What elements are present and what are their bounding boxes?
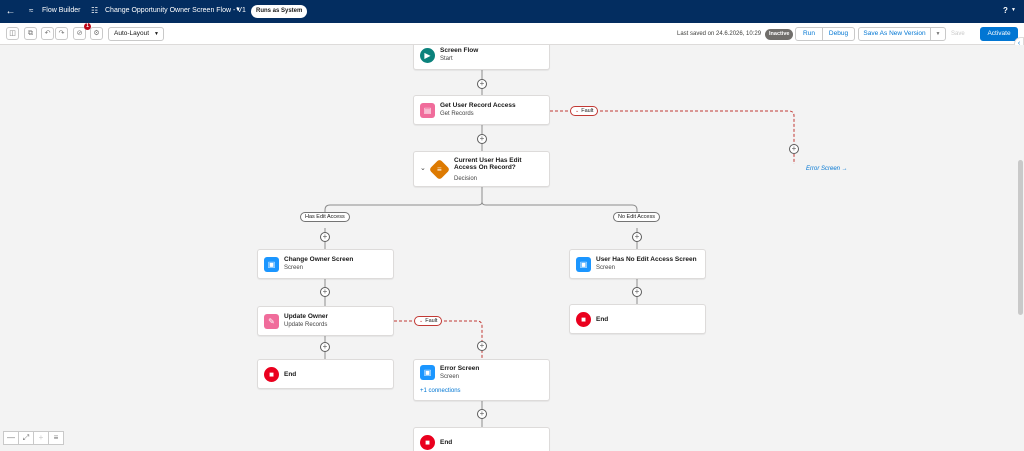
end-node[interactable]: ■ End bbox=[257, 359, 394, 389]
add-element-button[interactable]: + bbox=[632, 232, 642, 242]
end-node[interactable]: ■ End bbox=[569, 304, 706, 334]
flow-title[interactable]: Change Opportunity Owner Screen Flow - V… bbox=[105, 7, 246, 14]
node-title: Error Screen bbox=[440, 365, 480, 372]
outcome-label-has-edit-access[interactable]: Has Edit Access bbox=[300, 212, 350, 222]
layout-select-value: Auto-Layout bbox=[114, 30, 150, 37]
screen-icon: ▣ bbox=[264, 257, 279, 272]
add-element-button[interactable]: + bbox=[477, 134, 487, 144]
runs-as-badge[interactable]: Runs as System bbox=[251, 5, 308, 18]
fault-label[interactable]: ⌄ Fault bbox=[570, 106, 599, 116]
update-owner-node[interactable]: ✎ Update Owner Update Records bbox=[257, 306, 394, 336]
app-name: Flow Builder bbox=[42, 7, 81, 14]
activate-button[interactable]: Activate bbox=[980, 27, 1018, 41]
zoom-out-icon[interactable]: — bbox=[3, 431, 19, 445]
save-button[interactable]: Save bbox=[951, 31, 965, 37]
toolbar: ◫ ⧉ ↶ ↷ ⊘ 1 ⚙ Auto-Layout ▼ Last saved o… bbox=[0, 23, 1024, 45]
flow-icon: ☷ bbox=[91, 6, 99, 15]
node-title: Screen Flow bbox=[440, 47, 479, 54]
layout-select[interactable]: Auto-Layout ▼ bbox=[108, 27, 164, 41]
zoom-in-icon[interactable]: + bbox=[33, 431, 49, 445]
error-screen-link[interactable]: Error Screen → bbox=[806, 166, 848, 172]
last-saved-text: Last saved on 24.6.2026, 10:29 bbox=[677, 31, 762, 37]
undo-icon[interactable]: ↶ bbox=[41, 27, 54, 40]
copy-icon[interactable]: ⧉ bbox=[24, 27, 37, 40]
center-view-icon[interactable]: ≡ bbox=[48, 431, 64, 445]
play-icon: ▶ bbox=[420, 48, 435, 63]
change-owner-screen-node[interactable]: ▣ Change Owner Screen Screen bbox=[257, 249, 394, 279]
status-badge: Inactive bbox=[765, 29, 794, 40]
chevron-down-icon: ⌄ bbox=[575, 108, 580, 114]
fault-connector bbox=[394, 320, 483, 360]
arrow-left-icon[interactable]: ← bbox=[4, 5, 17, 18]
add-element-button[interactable]: + bbox=[320, 232, 330, 242]
get-records-icon: ▤ bbox=[420, 103, 435, 118]
get-records-node[interactable]: ▤ Get User Record Access Get Records bbox=[413, 95, 550, 125]
node-subtitle: Screen bbox=[284, 265, 304, 271]
debug-button[interactable]: Debug bbox=[822, 27, 855, 41]
node-title: Get User Record Access bbox=[440, 102, 516, 109]
node-subtitle: Screen bbox=[440, 374, 460, 380]
node-subtitle: Get Records bbox=[440, 111, 474, 117]
no-access-screen-node[interactable]: ▣ User Has No Edit Access Screen Screen bbox=[569, 249, 706, 279]
node-title: End bbox=[596, 316, 609, 323]
node-title: End bbox=[284, 371, 297, 378]
add-element-button[interactable]: + bbox=[789, 144, 799, 154]
save-as-new-version-button[interactable]: Save As New Version bbox=[858, 27, 931, 41]
add-element-button[interactable]: + bbox=[320, 342, 330, 352]
fit-view-icon[interactable]: ⤢ bbox=[18, 431, 34, 445]
flow-canvas[interactable]: ▶ Screen Flow Start + ▤ Get User Record … bbox=[0, 45, 1024, 451]
stop-icon: ■ bbox=[420, 435, 435, 450]
chevron-down-icon: ▼ bbox=[154, 31, 159, 37]
chevron-down-icon[interactable]: ▼ bbox=[235, 7, 241, 13]
add-element-button[interactable]: + bbox=[477, 79, 487, 89]
fault-label[interactable]: ⌄ Fault bbox=[414, 316, 443, 326]
node-title: End bbox=[440, 439, 453, 446]
save-options-chevron-icon[interactable]: ▼ bbox=[930, 27, 946, 41]
node-title: User Has No Edit Access Screen bbox=[596, 256, 697, 263]
add-element-button[interactable]: + bbox=[477, 409, 487, 419]
node-subtitle: Decision bbox=[454, 176, 478, 182]
chevron-down-icon: ⌄ bbox=[419, 318, 424, 324]
fault-connector bbox=[550, 110, 795, 164]
stop-icon: ■ bbox=[264, 367, 279, 382]
toggle-panel-icon[interactable]: ◫ bbox=[6, 27, 19, 40]
screen-icon: ▣ bbox=[576, 257, 591, 272]
node-title: Change Owner Screen bbox=[284, 256, 354, 263]
node-subtitle: Screen bbox=[596, 265, 616, 271]
screen-icon: ▣ bbox=[420, 365, 435, 380]
decision-icon: ≡ bbox=[428, 158, 451, 181]
node-title: Update Owner bbox=[284, 313, 329, 320]
flow-builder-icon: ≈ bbox=[29, 6, 34, 15]
node-subtitle: Update Records bbox=[284, 322, 328, 328]
node-subtitle: Start bbox=[440, 56, 453, 62]
error-screen-node[interactable]: ▣ Error Screen Screen +1 connections bbox=[413, 359, 550, 401]
decision-node[interactable]: ⌄ ≡ Current User Has Edit Access On Reco… bbox=[413, 151, 550, 187]
scrollbar-thumb[interactable] bbox=[1018, 160, 1023, 315]
add-element-button[interactable]: + bbox=[477, 341, 487, 351]
stop-icon: ■ bbox=[576, 312, 591, 327]
chevron-down-icon[interactable]: ⌄ bbox=[420, 164, 426, 172]
run-button[interactable]: Run bbox=[795, 27, 823, 41]
node-title: Current User Has Edit Access On Record? bbox=[454, 157, 522, 171]
help-icon[interactable]: ? bbox=[1003, 6, 1008, 15]
add-element-button[interactable]: + bbox=[320, 287, 330, 297]
app-header: ← ≈ Flow Builder ☷ Change Opportunity Ow… bbox=[0, 0, 1024, 23]
end-node[interactable]: ■ End bbox=[413, 427, 550, 451]
outcome-label-no-edit-access[interactable]: No Edit Access bbox=[613, 212, 660, 222]
connections-link[interactable]: +1 connections bbox=[420, 388, 461, 394]
settings-icon[interactable]: ⚙ bbox=[90, 27, 103, 40]
add-element-button[interactable]: + bbox=[632, 287, 642, 297]
start-node[interactable]: ▶ Screen Flow Start bbox=[413, 45, 550, 70]
redo-icon[interactable]: ↷ bbox=[55, 27, 68, 40]
update-records-icon: ✎ bbox=[264, 314, 279, 329]
help-chevron-icon[interactable]: ▼ bbox=[1011, 7, 1016, 13]
